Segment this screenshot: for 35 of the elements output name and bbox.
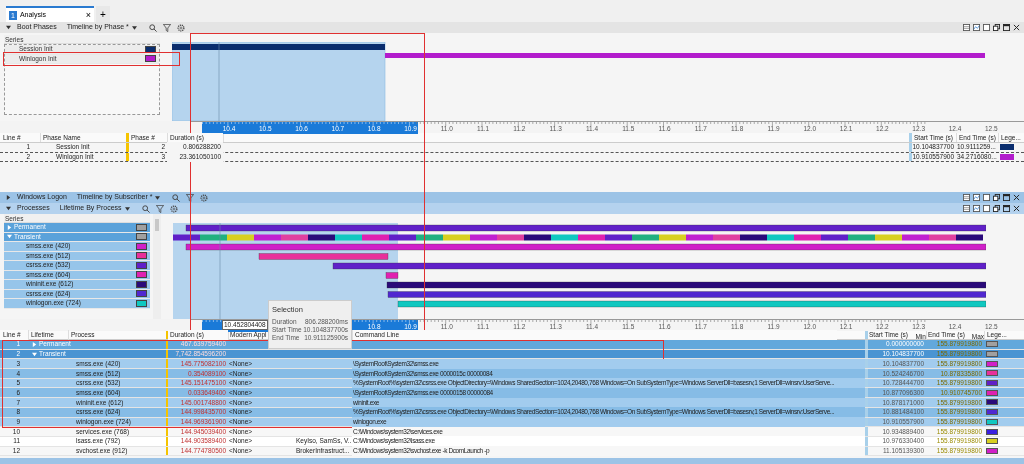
expand-icon[interactable]	[6, 195, 11, 200]
close-icon[interactable]	[1013, 24, 1020, 31]
close-icon[interactable]	[1013, 205, 1020, 212]
settings-icon[interactable]	[169, 204, 178, 213]
maximize-icon[interactable]	[1003, 194, 1010, 201]
restore-icon[interactable]	[993, 24, 1000, 31]
filter-icon[interactable]	[186, 193, 195, 202]
close-tab-button[interactable]: ×	[85, 10, 91, 20]
filter-icon[interactable]	[162, 23, 171, 32]
caret-icon	[131, 25, 137, 30]
maximize-icon[interactable]	[1003, 24, 1010, 31]
new-tab-button[interactable]: +	[96, 6, 110, 22]
table-icon[interactable]	[983, 24, 990, 31]
close-icon[interactable]	[1013, 194, 1020, 201]
scrollbar[interactable]	[153, 214, 161, 319]
maximize-icon[interactable]	[1003, 205, 1010, 212]
graph-icon[interactable]	[973, 205, 980, 212]
caret-icon	[124, 206, 130, 211]
collapse-icon[interactable]	[6, 206, 11, 211]
graph-icon[interactable]	[973, 194, 980, 201]
filter-icon[interactable]	[155, 204, 164, 213]
search-icon[interactable]	[172, 193, 181, 202]
graph-table-icon[interactable]	[963, 194, 970, 201]
restore-icon[interactable]	[993, 194, 1000, 201]
settings-icon[interactable]	[200, 193, 209, 202]
caret-icon	[155, 195, 161, 200]
search-icon[interactable]	[141, 204, 150, 213]
table-row[interactable]	[0, 407, 1024, 418]
graph-table-icon[interactable]	[963, 24, 970, 31]
restore-icon[interactable]	[993, 205, 1000, 212]
search-icon[interactable]	[148, 23, 157, 32]
graph-icon[interactable]	[973, 24, 980, 31]
settings-icon[interactable]	[176, 23, 185, 32]
graph-table-icon[interactable]	[963, 205, 970, 212]
collapse-icon[interactable]	[6, 25, 11, 30]
